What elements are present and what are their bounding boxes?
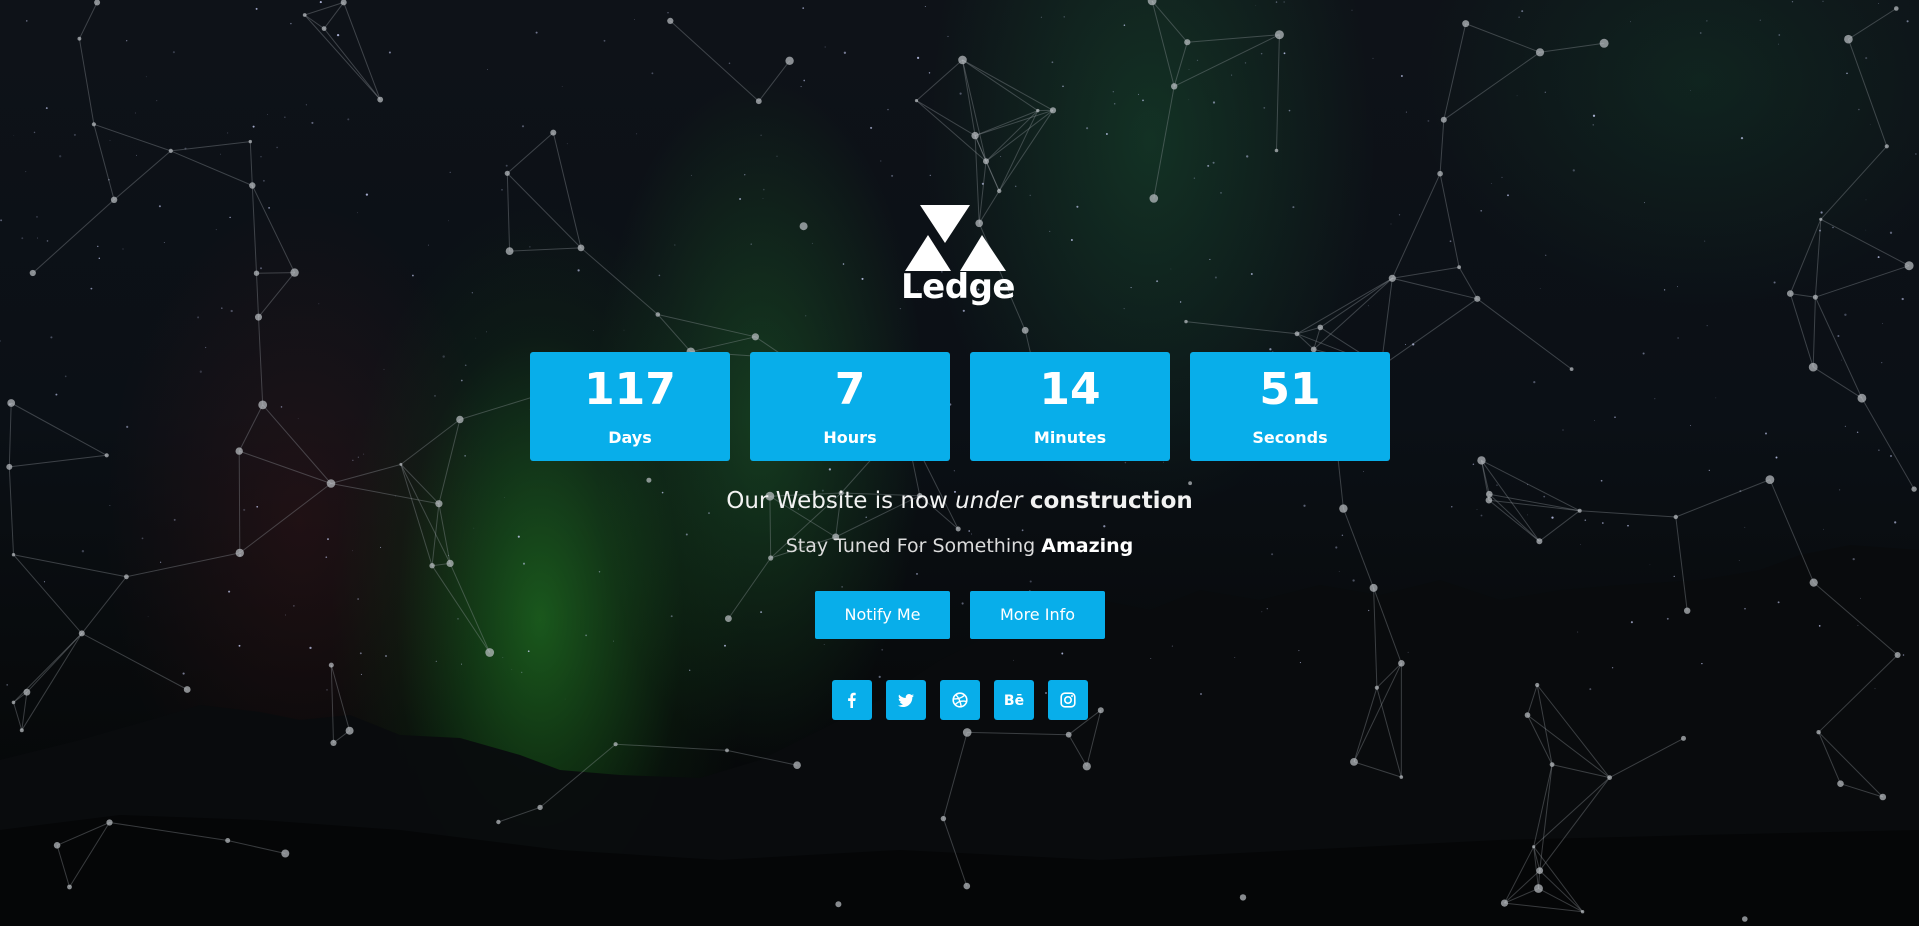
instagram-link[interactable] — [1048, 680, 1088, 720]
headline-emphasis: under — [955, 488, 1023, 514]
twitter-link[interactable] — [886, 680, 926, 720]
countdown-label: Days — [608, 428, 652, 447]
behance-icon: Bē — [1003, 693, 1025, 709]
coming-soon-content: Ledge 117 Days 7 Hours 14 Minutes 51 Sec… — [0, 0, 1919, 926]
countdown-label: Minutes — [1033, 428, 1107, 447]
countdown-label: Seconds — [1252, 428, 1328, 447]
countdown-value: 14 — [1039, 364, 1101, 415]
notify-me-button[interactable]: Notify Me — [815, 591, 950, 639]
dribbble-icon — [952, 692, 968, 708]
more-info-button[interactable]: More Info — [970, 591, 1105, 639]
countdown-minutes: 14 Minutes — [970, 352, 1170, 461]
instagram-icon — [1060, 692, 1076, 708]
headline-space — [1023, 488, 1030, 514]
countdown-label: Hours — [823, 428, 877, 447]
countdown-value: 117 — [584, 364, 676, 415]
page-background: Ledge 117 Days 7 Hours 14 Minutes 51 Sec… — [0, 0, 1919, 926]
facebook-icon — [848, 692, 856, 708]
dribbble-link[interactable] — [940, 680, 980, 720]
tagline-text: Stay Tuned For Something — [785, 535, 1042, 557]
page-headline: Our Website is now under construction — [0, 488, 1919, 514]
brand-logo: Ledge — [898, 205, 1018, 309]
countdown-hours: 7 Hours — [750, 352, 950, 461]
brand-name: Ledge — [901, 267, 1015, 307]
page-tagline: Stay Tuned For Something Amazing — [0, 535, 1919, 557]
behance-link[interactable]: Bē — [994, 680, 1034, 720]
headline-text: Our Website is now — [726, 488, 956, 514]
facebook-link[interactable] — [832, 680, 872, 720]
headline-strong: construction — [1029, 488, 1193, 514]
triangle-logo-icon — [905, 205, 1006, 271]
countdown-seconds: 51 Seconds — [1190, 352, 1390, 461]
twitter-icon — [898, 694, 914, 707]
countdown-value: 51 — [1259, 364, 1321, 415]
countdown-days: 117 Days — [530, 352, 730, 461]
tagline-strong: Amazing — [1041, 535, 1134, 557]
countdown-timer: 117 Days 7 Hours 14 Minutes 51 Seconds — [530, 352, 1390, 462]
countdown-value: 7 — [834, 364, 866, 415]
